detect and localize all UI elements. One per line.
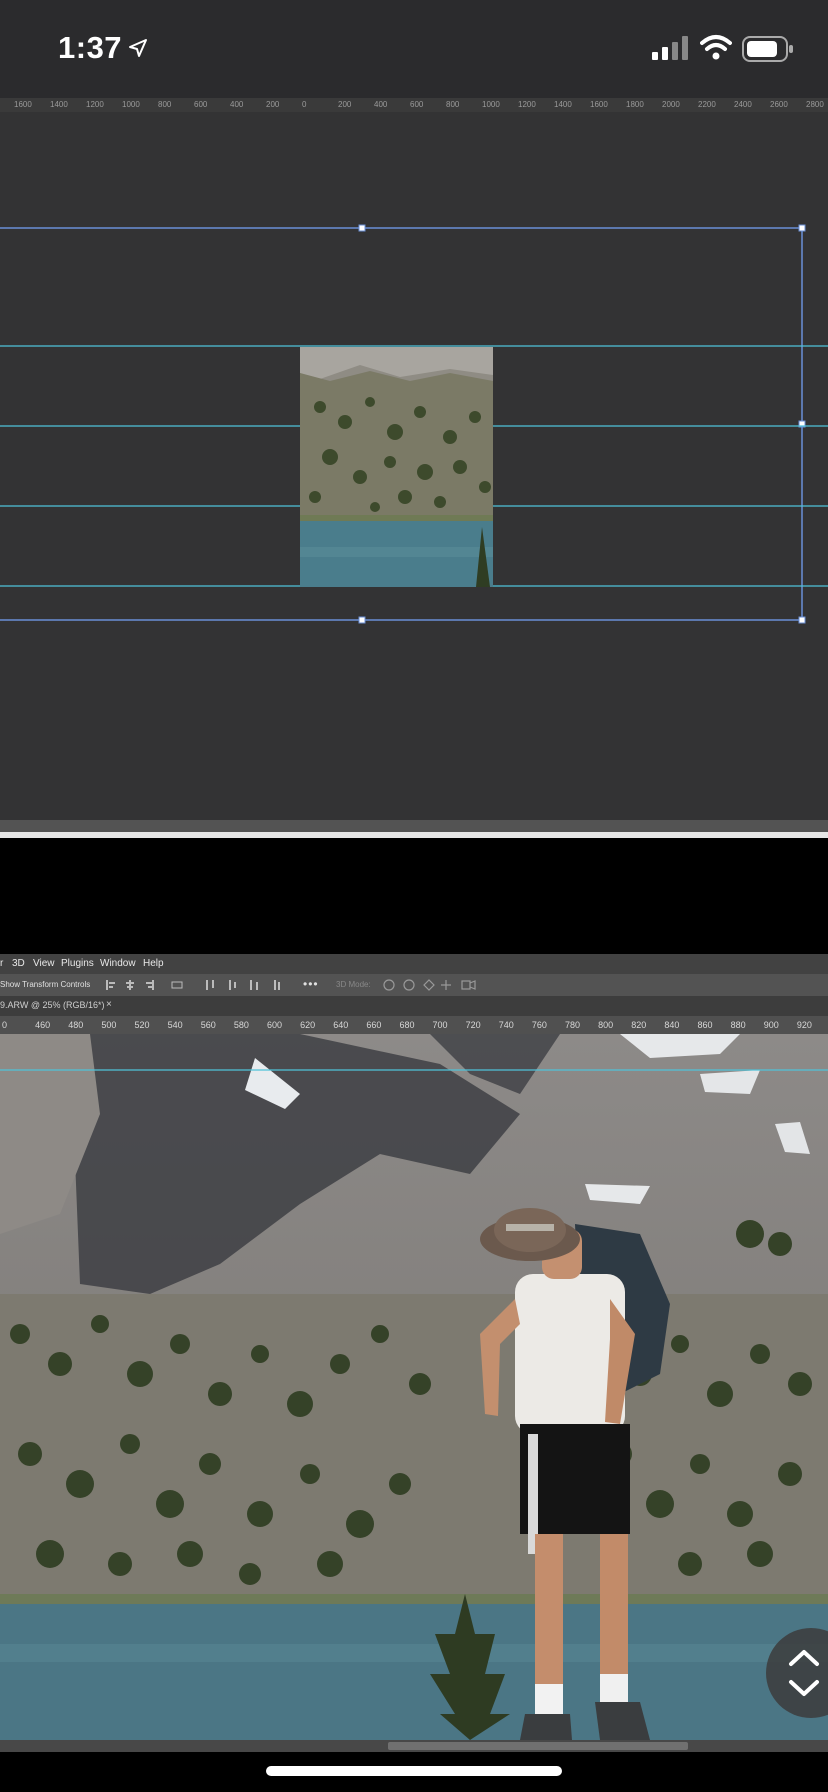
ruler-tick-label: 2200: [698, 100, 716, 109]
home-indicator[interactable]: [266, 1766, 562, 1776]
ruler-tick-label: 600: [410, 100, 424, 109]
menu-item-view[interactable]: View: [33, 958, 55, 969]
ps-ruler-tick-label: 460: [35, 1020, 51, 1030]
bottom-scrollbar[interactable]: [388, 1742, 688, 1750]
ruler-tick-label: 1600: [14, 100, 32, 109]
document-tab[interactable]: 9.ARW @ 25% (RGB/16*) ×: [0, 996, 828, 1016]
menu-item-plugins[interactable]: Plugins: [61, 958, 94, 969]
menu-item-render[interactable]: r: [0, 958, 3, 969]
ps-ruler-tick-label: 480: [68, 1020, 84, 1030]
ruler-tick-label: 400: [374, 100, 388, 109]
battery-icon: [742, 36, 793, 62]
ps-ruler-tick-label: 660: [366, 1020, 382, 1030]
top-ruler: 1600 1400 1200 1000 800 600 400 200 0 200 400 600 80…: [0, 98, 828, 112]
ios-status-bar: 1:37: [0, 0, 828, 98]
top-scroll-track: [0, 820, 828, 832]
ruler-tick-label: 2800: [806, 100, 824, 109]
photoshop-options-bar: Show Transform Controls ••• 3D Mode:: [0, 974, 828, 996]
ps-ruler-tick-label: 740: [498, 1020, 514, 1030]
ps-ruler-tick-label: 760: [531, 1020, 547, 1030]
ps-ruler-tick-label: 600: [266, 1020, 282, 1030]
main-photo-hiker[interactable]: [0, 1034, 828, 1740]
show-transform-controls-label[interactable]: Show Transform Controls: [0, 980, 90, 989]
ruler-tick-label: 400: [230, 100, 244, 109]
ps-ruler-tick-label: 820: [631, 1020, 647, 1030]
close-tab-icon[interactable]: ×: [106, 999, 112, 1010]
ps-ruler-tick-label: 840: [664, 1020, 680, 1030]
menu-item-help[interactable]: Help: [143, 958, 164, 969]
ps-ruler-tick-label: 800: [598, 1020, 614, 1030]
ruler-tick-label: 600: [194, 100, 208, 109]
ruler-tick-label: 800: [446, 100, 460, 109]
wifi-icon: [700, 35, 732, 60]
ruler-tick-label: 200: [266, 100, 280, 109]
photoshop-ruler: 0 460 480 500 520 540 560 580 600 620 640 660 680 700…: [0, 1016, 828, 1034]
scroll-toggle-button[interactable]: [766, 1628, 828, 1718]
ruler-tick-label: 1000: [122, 100, 140, 109]
ps-ruler-tick-label: 520: [134, 1020, 150, 1030]
top-canvas[interactable]: [0, 112, 828, 820]
ruler-tick-label: 2000: [662, 100, 680, 109]
ruler-tick-label: 1200: [518, 100, 536, 109]
ps-ruler-tick-label: 720: [465, 1020, 481, 1030]
location-arrow-icon: [129, 39, 147, 57]
document-tab-title: 9.ARW @ 25% (RGB/16*): [0, 1000, 105, 1010]
ruler-tick-label: 1400: [50, 100, 68, 109]
ps-ruler-tick-label: 880: [730, 1020, 746, 1030]
ps-ruler-tick-label: 0: [2, 1020, 8, 1030]
ps-ruler-tick-label: 540: [167, 1020, 183, 1030]
ps-ruler-tick-label: 500: [101, 1020, 117, 1030]
menu-item-3d[interactable]: 3D: [12, 958, 25, 969]
ps-ruler-tick-label: 920: [796, 1020, 812, 1030]
photoshop-menubar: r 3D View Plugins Window Help: [0, 954, 828, 974]
ruler-tick-label: 2400: [734, 100, 752, 109]
3d-mode-label: 3D Mode:: [336, 980, 371, 989]
ruler-tick-label: 1200: [86, 100, 104, 109]
ruler-tick-label: 1000: [482, 100, 500, 109]
cellular-signal-icon: [652, 36, 688, 60]
chevron-up-down-icon: [789, 1650, 819, 1696]
menu-item-window[interactable]: Window: [100, 958, 136, 969]
ps-ruler-tick-label: 900: [763, 1020, 779, 1030]
status-time: 1:37: [58, 30, 123, 65]
ruler-tick-label: 1400: [554, 100, 572, 109]
thumbnail-image[interactable]: [300, 347, 493, 587]
ps-ruler-tick-label: 640: [333, 1020, 349, 1030]
ps-ruler-tick-label: 680: [399, 1020, 415, 1030]
ruler-tick-label: 800: [158, 100, 172, 109]
ps-ruler-tick-label: 620: [300, 1020, 316, 1030]
ruler-tick-label: 1800: [626, 100, 644, 109]
ruler-tick-label: 0: [302, 100, 307, 109]
ps-ruler-tick-label: 860: [697, 1020, 713, 1030]
more-options-icon[interactable]: •••: [303, 977, 319, 991]
ps-ruler-tick-label: 700: [432, 1020, 448, 1030]
3d-mode-icons[interactable]: [382, 978, 482, 992]
ps-ruler-tick-label: 560: [200, 1020, 216, 1030]
ruler-tick-label: 1600: [590, 100, 608, 109]
ps-ruler-tick-label: 580: [233, 1020, 249, 1030]
ps-ruler-tick-label: 780: [565, 1020, 581, 1030]
video-letterbox: [0, 838, 828, 954]
ruler-tick-label: 2600: [770, 100, 788, 109]
ruler-tick-label: 200: [338, 100, 352, 109]
